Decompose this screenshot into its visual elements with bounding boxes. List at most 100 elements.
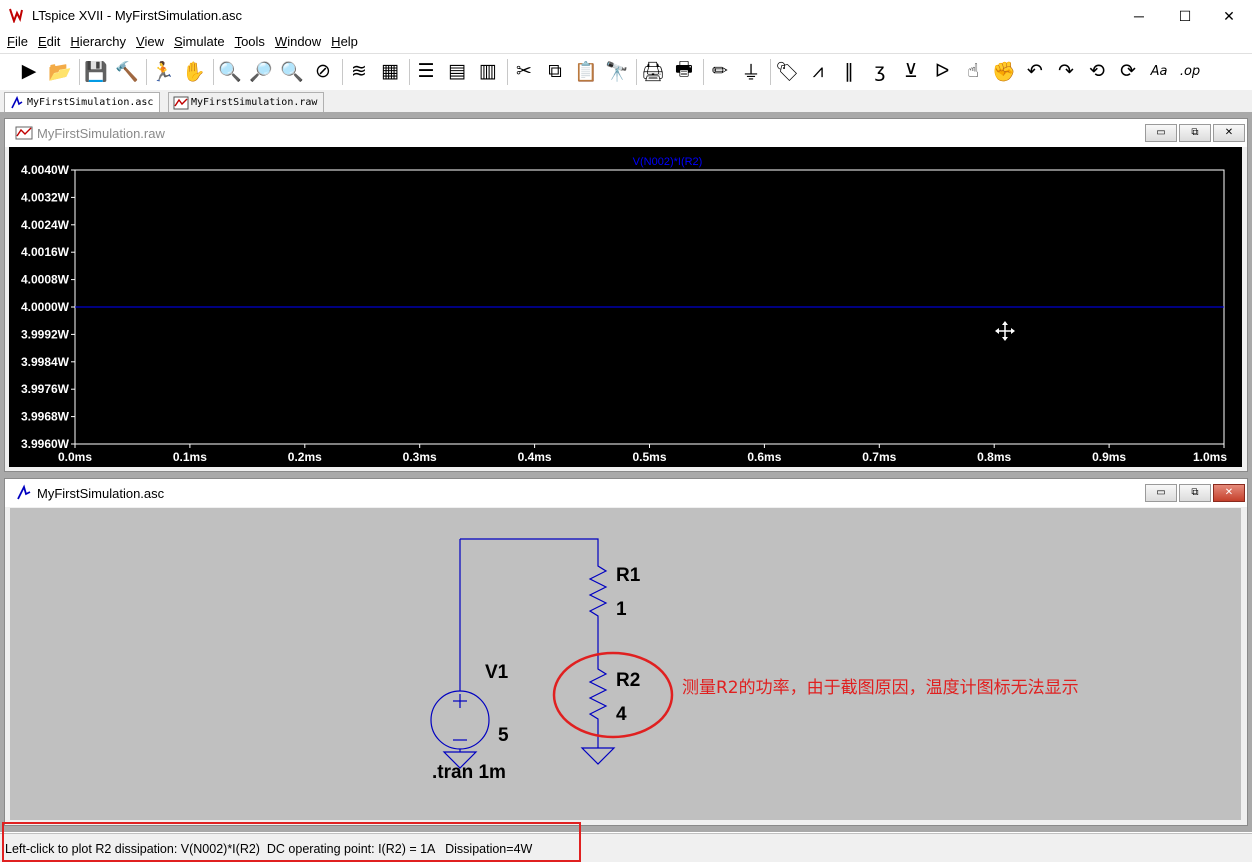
resistor-icon[interactable]: ⩘ [805, 58, 831, 84]
print-setup-icon[interactable]: 🖶 [671, 58, 697, 84]
autorange-icon[interactable]: ≋ [346, 58, 372, 84]
menu-window[interactable]: Window [272, 32, 324, 52]
schematic-canvas[interactable]: R1 1 R2 4 V1 5 .tran 1m 测量R2的功率，由于截图原因，温… [10, 508, 1241, 820]
x-tick-label: 0.5ms [632, 450, 666, 464]
menu-view[interactable]: View [133, 32, 167, 52]
pan-hand-icon[interactable]: ✋ [181, 58, 207, 84]
wire [460, 538, 599, 563]
menu-edit[interactable]: Edit [35, 32, 63, 52]
move-icon[interactable]: ☝ [960, 58, 986, 84]
menu-simulate[interactable]: Simulate [171, 32, 228, 52]
y-tick-label: 4.0000W [21, 300, 70, 314]
maximize-button[interactable]: ☐ [1162, 0, 1208, 32]
waveform-icon [173, 96, 189, 110]
ground-icon[interactable]: ⏚ [738, 58, 764, 84]
toolbar-separator [79, 59, 80, 85]
print-icon[interactable]: 🖨 [640, 58, 666, 84]
ground-symbol [580, 747, 616, 765]
highlight-circle [552, 651, 674, 739]
component-icon[interactable]: ᐅ [929, 58, 955, 84]
cut-icon[interactable]: ✂ [511, 58, 537, 84]
cascade-icon[interactable]: ▤ [444, 58, 470, 84]
y-tick-label: 4.0008W [21, 273, 70, 287]
text-icon[interactable]: Aa [1146, 58, 1172, 84]
r1-label[interactable]: R1 [616, 565, 641, 586]
waveform-minimize-button[interactable]: ▭ [1145, 124, 1177, 142]
inductor-icon[interactable]: ʒ [867, 58, 893, 84]
control-panel-icon[interactable]: 🔨 [114, 58, 140, 84]
v1-value[interactable]: 5 [498, 725, 509, 746]
schematic-minimize-button[interactable]: ▭ [1145, 484, 1177, 502]
zoom-out-icon[interactable]: 🔍 [279, 58, 305, 84]
y-tick-label: 4.0040W [21, 163, 70, 177]
zoom-in-icon[interactable]: 🔍 [217, 58, 243, 84]
rotate-icon[interactable]: ⟲ [1084, 58, 1110, 84]
resistor-r2-symbol [588, 665, 608, 725]
y-tick-label: 3.9984W [21, 355, 70, 369]
schematic-icon [17, 484, 31, 500]
tab-label: MyFirstSimulation.raw [191, 97, 318, 108]
diode-icon[interactable]: ⊻ [898, 58, 924, 84]
menu-tools[interactable]: Tools [232, 32, 268, 52]
waveform-window-title: MyFirstSimulation.raw [37, 126, 165, 141]
y-tick-label: 3.9968W [21, 410, 70, 424]
copy-icon[interactable]: ⧉ [542, 58, 568, 84]
menu-help[interactable]: Help [328, 32, 361, 52]
ltspice-logo-icon [9, 8, 23, 23]
drag-icon[interactable]: ✊ [991, 58, 1017, 84]
tile-vertical-icon[interactable]: ▥ [475, 58, 501, 84]
tran-directive[interactable]: .tran 1m [432, 762, 506, 783]
r1-value[interactable]: 1 [616, 599, 627, 620]
delete-trace-icon[interactable]: ▦ [377, 58, 403, 84]
mdi-workspace: MyFirstSimulation.raw ▭ ⧉ ✕ V(N002)*I(R2… [0, 112, 1252, 832]
waveform-close-button[interactable]: ✕ [1213, 124, 1245, 142]
toolbar-separator [213, 59, 214, 85]
y-tick-label: 3.9992W [21, 327, 70, 341]
close-button[interactable]: ✕ [1206, 0, 1252, 32]
toolbar-separator [507, 59, 508, 85]
plot-pane[interactable]: V(N002)*I(R2) 4.0040W 4.0032W 4.0024W 4.0016… [9, 147, 1242, 467]
waveform-restore-button[interactable]: ⧉ [1179, 124, 1211, 142]
tile-horizontal-icon[interactable]: ☰ [413, 58, 439, 84]
r2-value[interactable]: 4 [616, 704, 627, 725]
trace-label[interactable]: V(N002)*I(R2) [633, 156, 703, 168]
schematic-restore-button[interactable]: ⧉ [1179, 484, 1211, 502]
schematic-drawing[interactable]: R1 1 R2 4 V1 5 .tran 1m 测量R2的功率，由于截图原因，温… [10, 508, 1241, 820]
annotation-text: 测量R2的功率，由于截图原因，温度计图标无法显示 [682, 678, 1079, 698]
tab-waveform[interactable]: MyFirstSimulation.raw [168, 92, 325, 113]
waveform-plot[interactable]: V(N002)*I(R2) 4.0040W 4.0032W 4.0024W 4.0016… [9, 147, 1242, 467]
paste-icon[interactable]: 📋 [573, 58, 599, 84]
y-tick-label: 3.9976W [21, 382, 70, 396]
schematic-window-title: MyFirstSimulation.asc [37, 486, 165, 501]
redo-icon[interactable]: ↷ [1053, 58, 1079, 84]
menu-file[interactable]: File [4, 32, 31, 52]
waveform-window[interactable]: MyFirstSimulation.raw ▭ ⧉ ✕ V(N002)*I(R2… [4, 118, 1248, 472]
mirror-icon[interactable]: ⟳ [1115, 58, 1141, 84]
run-icon[interactable]: ▶ [16, 58, 42, 84]
spice-directive-icon[interactable]: .op [1177, 58, 1203, 84]
schematic-window-titlebar[interactable]: MyFirstSimulation.asc ▭ ⧉ ✕ [5, 479, 1247, 507]
schematic-close-button[interactable]: ✕ [1213, 484, 1245, 502]
toolbar-separator [703, 59, 704, 85]
halt-icon[interactable]: 🏃 [150, 58, 176, 84]
x-tick-label: 0.3ms [403, 450, 437, 464]
waveform-window-titlebar[interactable]: MyFirstSimulation.raw ▭ ⧉ ✕ [5, 119, 1247, 147]
r2-label[interactable]: R2 [616, 670, 640, 691]
v1-label[interactable]: V1 [485, 662, 509, 683]
tab-schematic[interactable]: MyFirstSimulation.asc [4, 92, 161, 113]
zoom-cancel-icon[interactable]: ⊘ [310, 58, 336, 84]
save-icon[interactable]: 💾 [83, 58, 109, 84]
draw-wire-icon[interactable]: ✏ [707, 58, 733, 84]
label-net-icon[interactable]: 🏷 [774, 58, 800, 84]
y-tick-label: 4.0016W [21, 245, 70, 259]
y-tick-label: 4.0032W [21, 190, 70, 204]
open-folder-icon[interactable]: 📂 [47, 58, 73, 84]
zoom-fit-icon[interactable]: 🔎 [248, 58, 274, 84]
find-icon[interactable]: 🔭 [604, 58, 630, 84]
capacitor-icon[interactable]: ‖ [836, 58, 862, 84]
minimize-button[interactable]: ─ [1116, 0, 1162, 32]
undo-icon[interactable]: ↶ [1022, 58, 1048, 84]
schematic-window[interactable]: MyFirstSimulation.asc ▭ ⧉ ✕ R1 1 R2 4 V1… [4, 478, 1248, 826]
menu-hierarchy[interactable]: Hierarchy [67, 32, 129, 52]
toolbar-separator [409, 59, 410, 85]
